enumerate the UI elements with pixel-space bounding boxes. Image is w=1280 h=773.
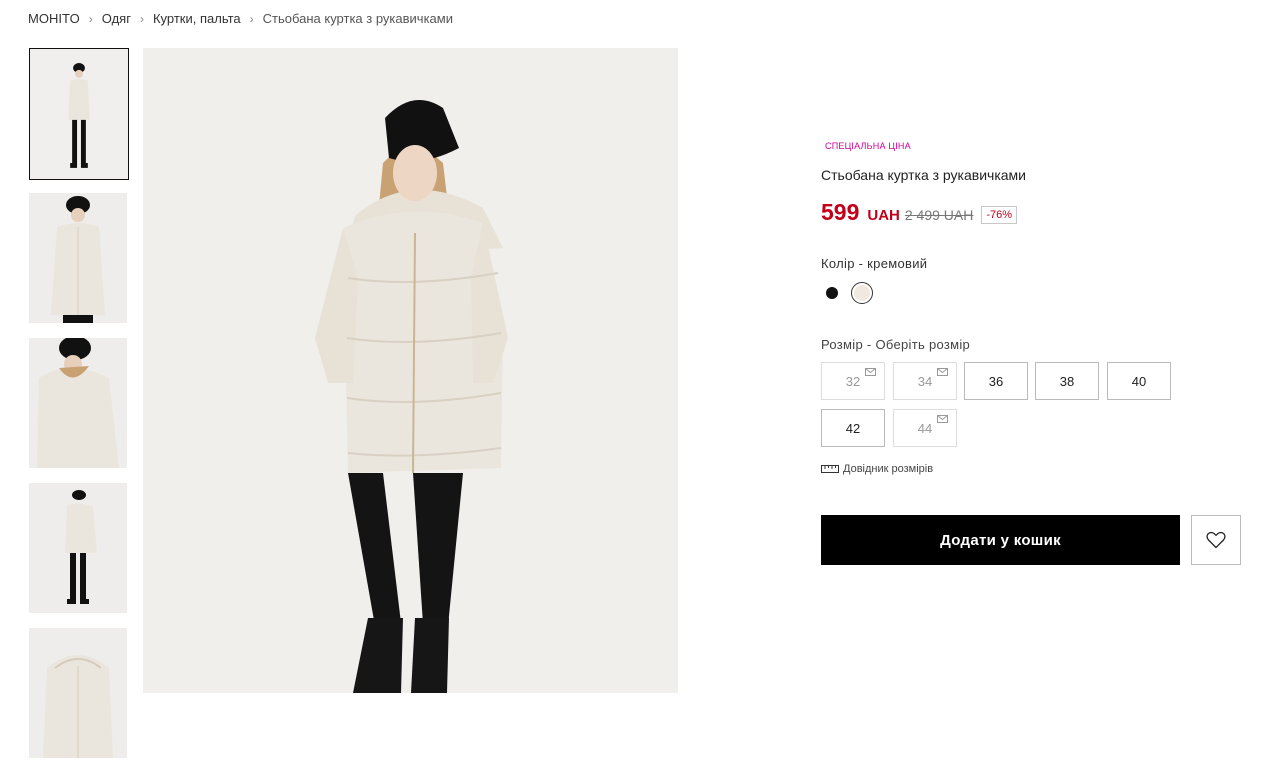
breadcrumb-item-current: Стьобана куртка з рукавичками: [262, 11, 453, 26]
breadcrumb: MOHITO › Одяг › Куртки, пальта › Стьобан…: [28, 11, 453, 26]
thumbnail-4[interactable]: [29, 483, 127, 613]
thumbnail-gallery: [29, 48, 129, 773]
product-title: Стьобана куртка з рукавичками: [821, 167, 1026, 183]
breadcrumb-item-brand[interactable]: MOHITO: [28, 11, 80, 26]
size-option-label: 38: [1059, 373, 1075, 389]
main-product-image[interactable]: [143, 48, 678, 693]
mail-icon: [937, 368, 948, 376]
color-swatch-cream-fill: [854, 285, 870, 301]
add-to-cart-button[interactable]: Додати у кошик: [821, 515, 1180, 565]
price-row: 599 UAH 2 499 UAH -76%: [821, 199, 1018, 226]
heart-icon: [1206, 531, 1226, 549]
color-swatch-black[interactable]: [826, 287, 838, 299]
mail-icon: [865, 368, 876, 376]
price-currency: UAH: [867, 207, 900, 224]
size-option-label: 42: [845, 420, 861, 436]
wishlist-button[interactable]: [1191, 515, 1241, 565]
size-option-label: 40: [1131, 373, 1147, 389]
size-guide-label: Довідник розмірів: [843, 463, 934, 475]
size-option-34[interactable]: 34: [893, 362, 957, 400]
size-option-label: 32: [845, 373, 861, 389]
size-option-label: 34: [917, 373, 933, 389]
old-price: 2 499 UAH: [904, 207, 974, 223]
ruler-icon: [821, 465, 839, 473]
thumbnail-2[interactable]: [29, 193, 127, 323]
mail-icon: [937, 415, 948, 423]
product-thumbnail-image: [29, 628, 127, 758]
color-swatch-cream[interactable]: [851, 282, 873, 304]
size-option-40[interactable]: 40: [1107, 362, 1171, 400]
discount-badge: -76%: [981, 206, 1018, 224]
size-option-42[interactable]: 42: [821, 409, 885, 447]
special-price-badge: СПЕЦІАЛЬНА ЦІНА: [825, 141, 911, 151]
size-option-32[interactable]: 32: [821, 362, 885, 400]
product-thumbnail-image: [29, 483, 127, 613]
size-option-label: 44: [917, 420, 933, 436]
product-thumbnail-image: [29, 193, 127, 323]
size-option-36[interactable]: 36: [964, 362, 1028, 400]
size-option-label: 36: [988, 373, 1004, 389]
product-thumbnail-image: [30, 49, 128, 179]
current-price: 599: [821, 199, 860, 225]
chevron-right-icon: ›: [139, 11, 144, 26]
size-label: Розмір - Оберіть розмір: [821, 337, 971, 352]
thumbnail-5[interactable]: [29, 628, 127, 758]
size-option-38[interactable]: 38: [1035, 362, 1099, 400]
breadcrumb-item-clothing[interactable]: Одяг: [102, 11, 131, 26]
product-photo: [143, 48, 678, 693]
chevron-right-icon: ›: [88, 11, 93, 26]
color-label: Колір - кремовий: [821, 256, 928, 271]
product-thumbnail-image: [29, 338, 127, 468]
size-option-44[interactable]: 44: [893, 409, 957, 447]
thumbnail-1[interactable]: [29, 48, 129, 180]
chevron-right-icon: ›: [249, 11, 254, 26]
thumbnail-3[interactable]: [29, 338, 127, 468]
breadcrumb-item-jackets[interactable]: Куртки, пальта: [153, 11, 241, 26]
size-guide-link[interactable]: Довідник розмірів: [821, 463, 933, 475]
